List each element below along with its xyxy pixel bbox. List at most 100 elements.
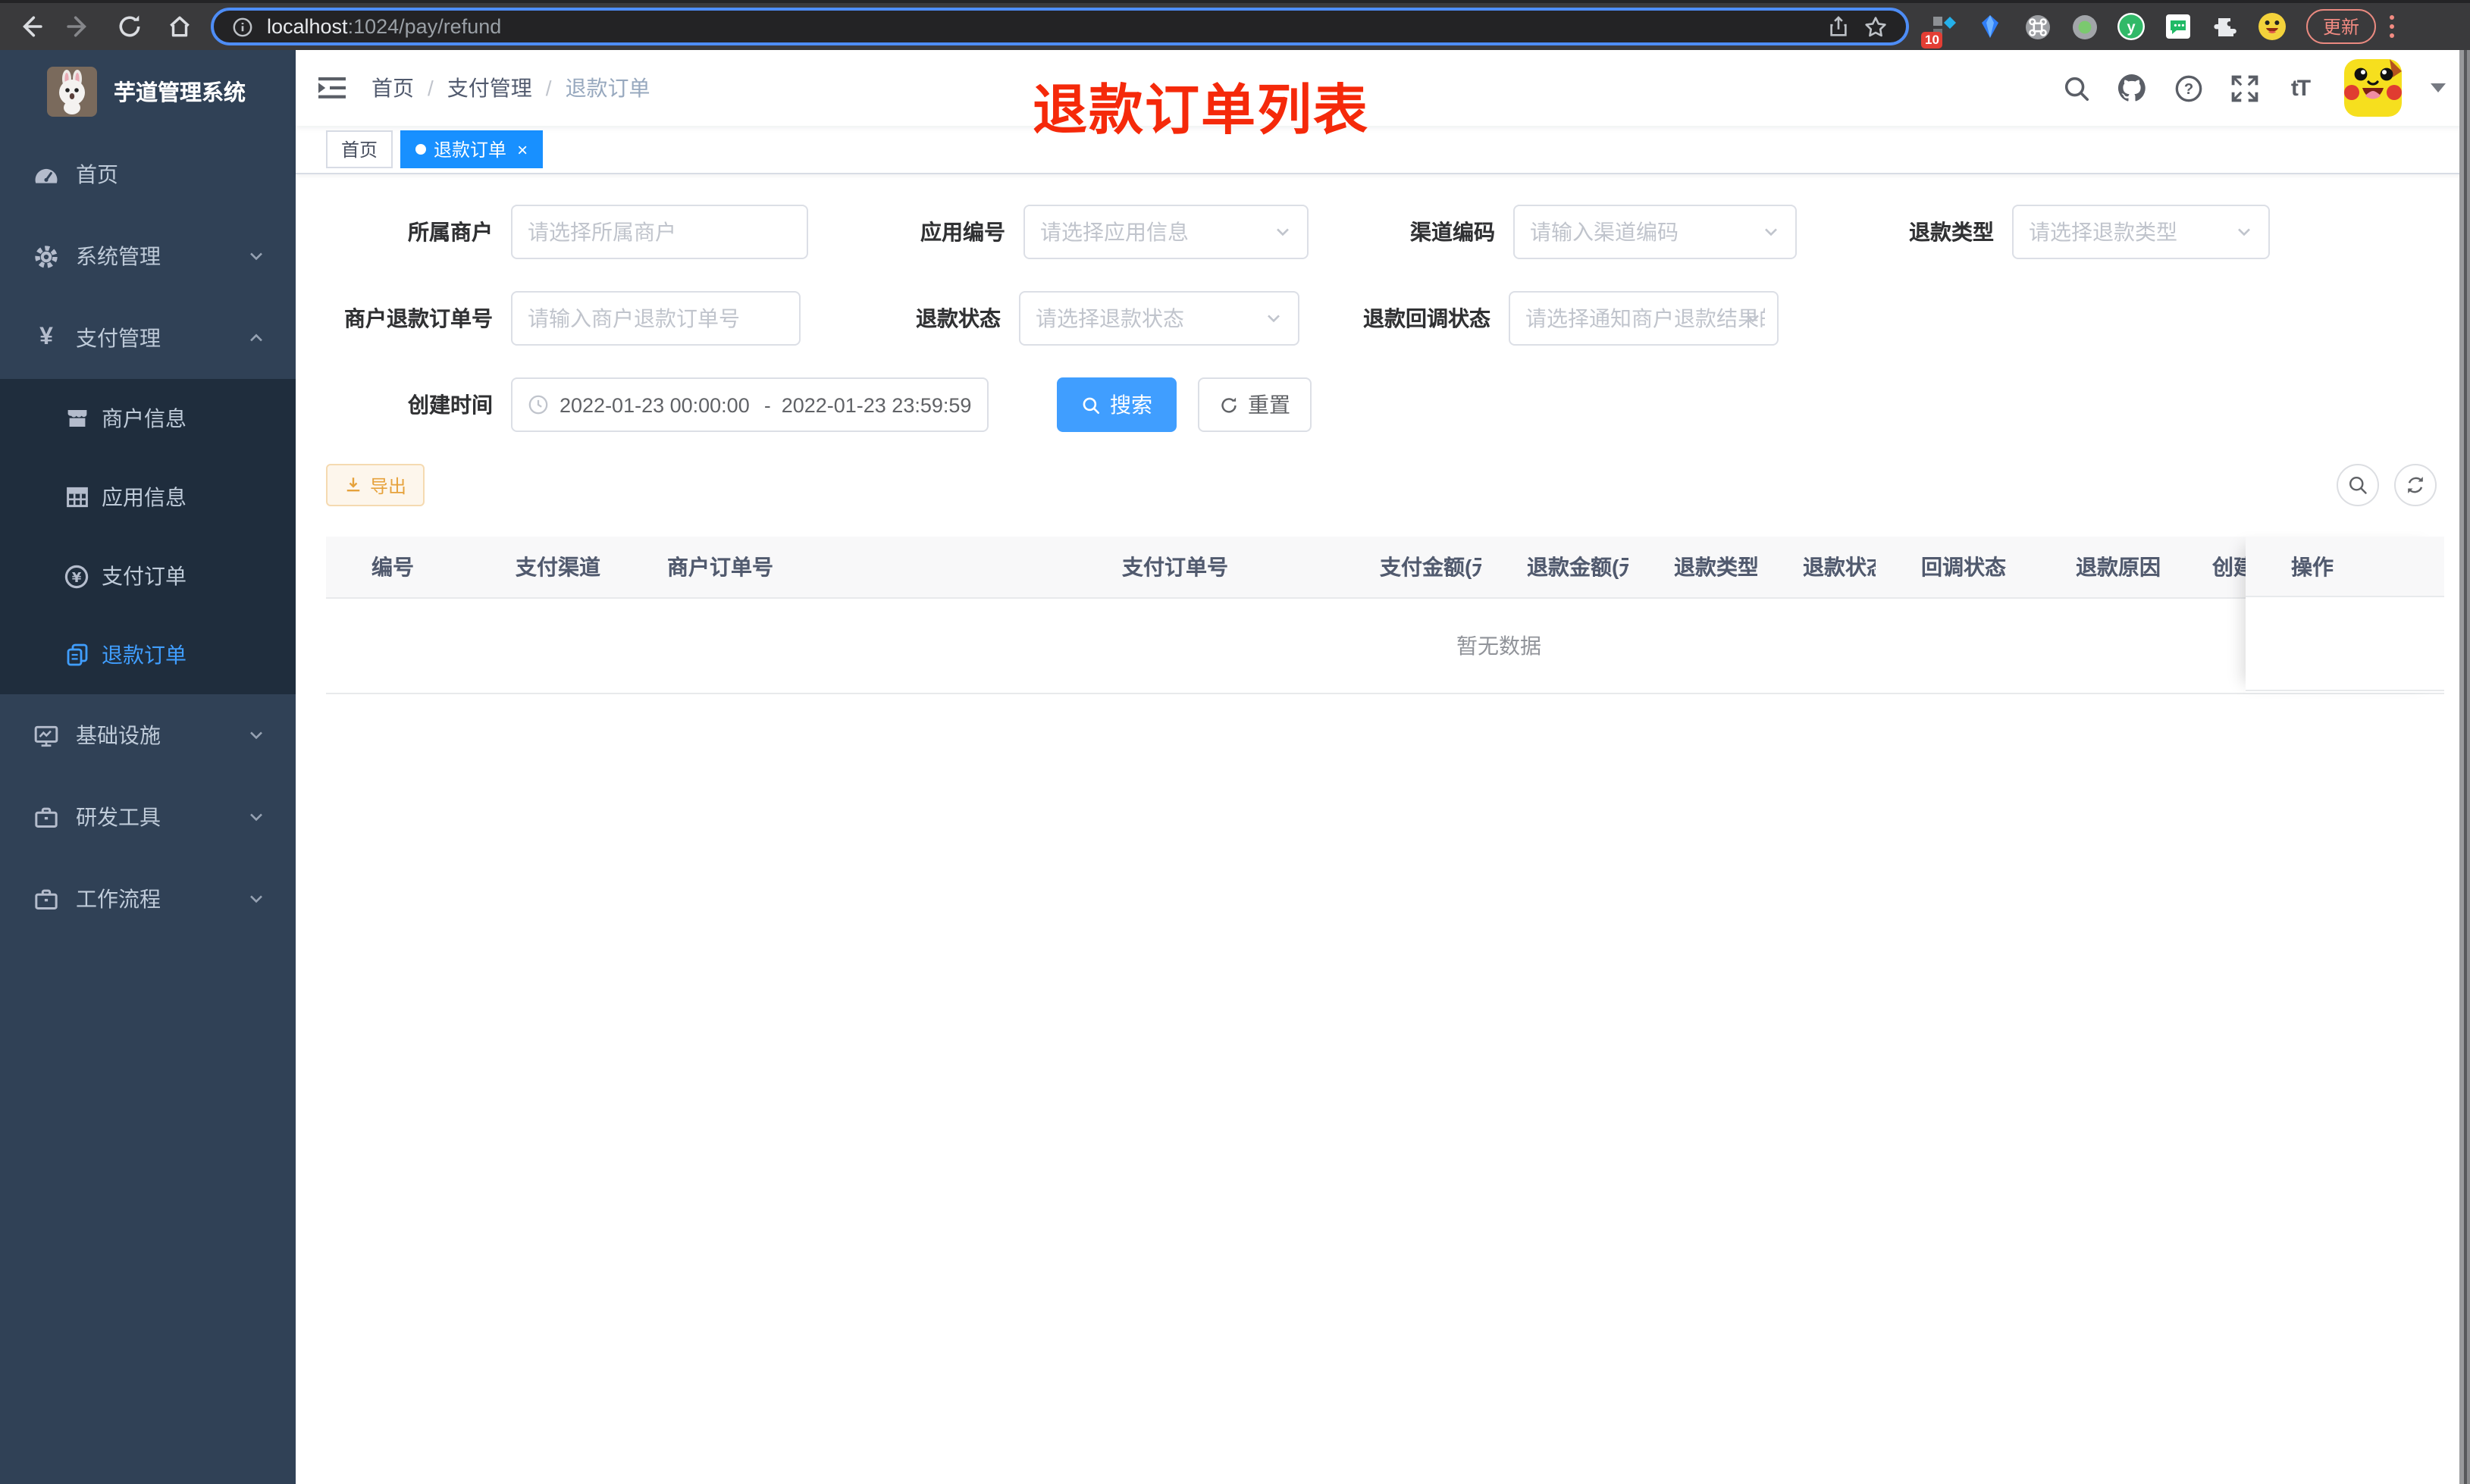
refund-type-select[interactable]: 请选择退款类型 bbox=[2012, 205, 2270, 259]
sidebar-item-label: 系统管理 bbox=[76, 244, 161, 268]
app-frame: 芋道管理系统 首页 系统管理 ¥ 支付管理 商户信息 应用信息 ¥ 支付订单 退… bbox=[0, 50, 2470, 1484]
navbar: 首页 / 支付管理 / 退款订单 ? tT bbox=[296, 50, 2470, 126]
sidebar-item-label: 支付管理 bbox=[76, 326, 161, 350]
sidebar-item-system[interactable]: 系统管理 bbox=[0, 215, 296, 297]
breadcrumb-current: 退款订单 bbox=[565, 76, 650, 100]
refund-status-select[interactable]: 请选择退款状态 bbox=[1019, 291, 1299, 346]
sidebar-item-label: 首页 bbox=[76, 162, 118, 186]
home-icon[interactable] bbox=[165, 12, 194, 41]
export-button[interactable]: 导出 bbox=[326, 464, 425, 506]
sidebar-item-label: 基础设施 bbox=[76, 723, 161, 747]
sidebar-item-label: 工作流程 bbox=[76, 887, 161, 911]
sidebar-item-app-info[interactable]: 应用信息 bbox=[0, 458, 296, 537]
tag-refund-order[interactable]: 退款订单 × bbox=[400, 130, 544, 168]
reset-button[interactable]: 重置 bbox=[1198, 377, 1312, 432]
sidebar-item-payment[interactable]: ¥ 支付管理 bbox=[0, 297, 296, 379]
site-info-icon[interactable] bbox=[232, 16, 253, 37]
fullscreen-icon[interactable] bbox=[2229, 73, 2259, 103]
sidebar-item-pay-order[interactable]: ¥ 支付订单 bbox=[0, 537, 296, 615]
extension-command-icon[interactable] bbox=[2023, 12, 2052, 41]
avatar-caret-icon[interactable] bbox=[2431, 83, 2446, 92]
extension-grid-diamond-icon[interactable]: 10 bbox=[1921, 12, 1958, 49]
search-icon[interactable] bbox=[2061, 73, 2091, 103]
filter-create-time: 创建时间 - bbox=[326, 377, 989, 432]
col-merchant-order-no: 商户订单号 bbox=[667, 555, 773, 579]
col-id: 编号 bbox=[371, 555, 414, 579]
chevron-down-icon bbox=[247, 890, 265, 908]
sidebar-item-workflow[interactable]: 工作流程 bbox=[0, 858, 296, 940]
screen: localhost:1024/pay/refund 10 y 更新 退款订单列表… bbox=[0, 0, 2470, 1484]
breadcrumb: 首页 / 支付管理 / 退款订单 bbox=[371, 73, 650, 103]
merchant-input[interactable] bbox=[511, 205, 808, 259]
sidebar-item-dev-tools[interactable]: 研发工具 bbox=[0, 776, 296, 858]
filter-refund-type: 退款类型 请选择退款类型 bbox=[1797, 205, 2270, 259]
chevron-down-icon bbox=[1744, 309, 1762, 327]
start-date-input[interactable] bbox=[560, 393, 754, 416]
extension-emoji-face-icon[interactable] bbox=[2258, 12, 2287, 41]
breadcrumb-section[interactable]: 支付管理 bbox=[447, 73, 532, 103]
browser-update-button[interactable]: 更新 bbox=[2306, 9, 2377, 44]
dashboard-icon bbox=[33, 161, 59, 187]
navbar-actions: ? tT bbox=[2061, 59, 2470, 117]
app-select[interactable]: 请选择应用信息 bbox=[1023, 205, 1309, 259]
filter-refund-status: 退款状态 请选择退款状态 bbox=[801, 291, 1299, 346]
logo-rabbit-icon bbox=[47, 67, 97, 117]
url-text: localhost:1024/pay/refund bbox=[267, 15, 501, 38]
font-size-icon[interactable]: tT bbox=[2285, 73, 2315, 103]
sidebar-collapse-icon[interactable] bbox=[296, 76, 359, 100]
share-icon[interactable] bbox=[1827, 15, 1850, 38]
help-icon[interactable]: ? bbox=[2173, 73, 2203, 103]
notify-status-select[interactable]: 请选择通知商户退款结果的 bbox=[1509, 291, 1779, 346]
table-tools bbox=[2337, 464, 2437, 506]
sidebar-logo[interactable]: 芋道管理系统 bbox=[0, 50, 296, 133]
sidebar-item-refund-order[interactable]: 退款订单 bbox=[0, 615, 296, 694]
bookmark-star-icon[interactable] bbox=[1863, 14, 1888, 39]
close-icon[interactable]: × bbox=[517, 139, 528, 160]
merchant-refund-no-input[interactable] bbox=[511, 291, 801, 346]
refund-doc-icon bbox=[64, 642, 89, 668]
col-create-time: 创建时间 bbox=[2212, 555, 2246, 579]
sidebar-item-infra[interactable]: 基础设施 bbox=[0, 694, 296, 776]
browser-menu-icon[interactable] bbox=[2390, 15, 2395, 38]
refresh-icon[interactable] bbox=[2394, 464, 2437, 506]
extension-yuque-icon[interactable]: y bbox=[2117, 12, 2146, 41]
address-bar[interactable]: localhost:1024/pay/refund bbox=[211, 8, 1909, 45]
github-icon[interactable] bbox=[2117, 73, 2147, 103]
extension-blue-gem-icon[interactable] bbox=[1976, 12, 2005, 41]
channel-select[interactable]: 请输入渠道编码 bbox=[1513, 205, 1797, 259]
create-time-range-picker[interactable]: - bbox=[511, 377, 989, 432]
chevron-down-icon bbox=[247, 808, 265, 826]
url-host: localhost bbox=[267, 15, 348, 38]
back-icon[interactable] bbox=[15, 12, 44, 41]
svg-text:y: y bbox=[2127, 19, 2136, 36]
sidebar: 芋道管理系统 首页 系统管理 ¥ 支付管理 商户信息 应用信息 ¥ 支付订单 退… bbox=[0, 50, 296, 1484]
filter-merchant-refund-no: 商户退款订单号 bbox=[326, 291, 801, 346]
reload-icon[interactable] bbox=[115, 12, 144, 41]
extension-record-dot-icon[interactable] bbox=[2070, 12, 2099, 41]
store-icon bbox=[64, 405, 89, 431]
filter-label: 创建时间 bbox=[408, 393, 493, 417]
forward-icon[interactable] bbox=[65, 12, 94, 41]
extension-chat-icon[interactable] bbox=[2164, 12, 2193, 41]
merchant-refund-no-field[interactable] bbox=[528, 306, 784, 330]
extensions-row: 10 y bbox=[1921, 12, 2287, 49]
sidebar-item-merchant-info[interactable]: 商户信息 bbox=[0, 379, 296, 458]
sidebar-item-home[interactable]: 首页 bbox=[0, 133, 296, 215]
browser-nav-buttons bbox=[0, 12, 211, 41]
refund-table: 编号 支付渠道 商户订单号 支付订单号 支付金额(元) 退款金额(元) 退款类型… bbox=[326, 537, 2444, 694]
filter-row-2: 商户退款订单号 退款状态 请选择退款状态 退款回调状态 bbox=[326, 291, 2470, 346]
filter-label: 所属商户 bbox=[408, 220, 493, 244]
search-button[interactable]: 搜索 bbox=[1057, 377, 1177, 432]
sidebar-item-label: 应用信息 bbox=[102, 485, 187, 509]
extension-puzzle-icon[interactable] bbox=[2211, 12, 2240, 41]
merchant-input-field[interactable] bbox=[528, 220, 791, 244]
app-title: 芋道管理系统 bbox=[114, 82, 246, 106]
select-placeholder: 请选择应用信息 bbox=[1040, 220, 1189, 244]
end-date-input[interactable] bbox=[781, 393, 976, 416]
col-pay-order-no: 支付订单号 bbox=[1122, 555, 1228, 579]
tag-home[interactable]: 首页 bbox=[326, 130, 393, 168]
show-search-icon[interactable] bbox=[2337, 464, 2379, 506]
col-action: 操作 bbox=[2246, 537, 2444, 597]
avatar[interactable] bbox=[2344, 59, 2402, 117]
breadcrumb-home[interactable]: 首页 bbox=[371, 73, 414, 103]
